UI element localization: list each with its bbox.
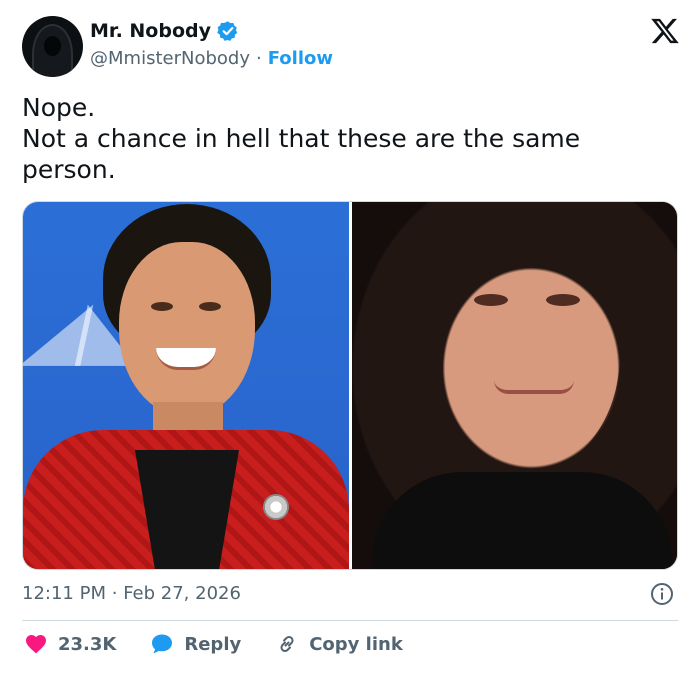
avatar[interactable] (22, 16, 83, 77)
photo-left-face-shape (119, 242, 255, 417)
author-display-name[interactable]: Mr. Nobody (90, 20, 211, 42)
photo-right-body-shape (371, 472, 672, 569)
tweet-text: Nope. Not a chance in hell that these ar… (22, 92, 672, 185)
follow-button[interactable]: Follow (268, 48, 333, 69)
author-name-row: Mr. Nobody (90, 20, 239, 42)
footer-divider (22, 620, 678, 621)
link-icon (280, 635, 294, 653)
photo-right-eye-shape (545, 294, 580, 306)
speech-bubble-icon (152, 634, 173, 654)
author-handle-row: @MmisterNobody · Follow (90, 48, 333, 69)
x-logo-icon[interactable] (650, 16, 680, 46)
like-button[interactable]: 23.3K (24, 632, 116, 656)
copy-link-label: Copy link (309, 633, 403, 655)
photo-left-brooch-shape (263, 494, 289, 520)
photo-left-eye-shape (151, 302, 173, 311)
verified-badge-icon (217, 21, 238, 41)
avatar-face-shape (44, 36, 61, 56)
like-count: 23.3K (58, 633, 117, 655)
tweet-text-line: person. (22, 155, 116, 184)
info-icon[interactable] (650, 582, 674, 606)
tweet-text-line: Nope. (22, 93, 96, 122)
action-bar: 23.3K Reply Copy link (24, 632, 437, 656)
handle-separator: · (255, 48, 262, 69)
timestamp-separator: · (111, 583, 118, 604)
reply-label: Reply (184, 633, 242, 655)
tweet-card: Mr. Nobody @MmisterNobody · Follow Nope.… (0, 0, 700, 673)
heart-icon (26, 635, 46, 654)
photo-left[interactable]: ◢◣ (23, 202, 349, 569)
photo-left-eye-shape (199, 302, 221, 311)
copy-link-button[interactable]: Copy link (275, 632, 403, 656)
photo-right-smile-shape (493, 380, 574, 394)
tweet-date: Feb 27, 2026 (123, 583, 241, 604)
photo-right[interactable] (351, 202, 677, 569)
tweet-text-line: Not a chance in hell that these are the … (22, 124, 581, 153)
photo-right-eye-shape (473, 294, 508, 306)
tweet-timestamp[interactable]: 12:11 PM · Feb 27, 2026 (22, 583, 241, 604)
tweet-time: 12:11 PM (22, 583, 106, 604)
tweet-media: ◢◣ (22, 201, 678, 570)
reply-button[interactable]: Reply (150, 632, 241, 656)
author-handle[interactable]: @MmisterNobody (90, 48, 250, 69)
